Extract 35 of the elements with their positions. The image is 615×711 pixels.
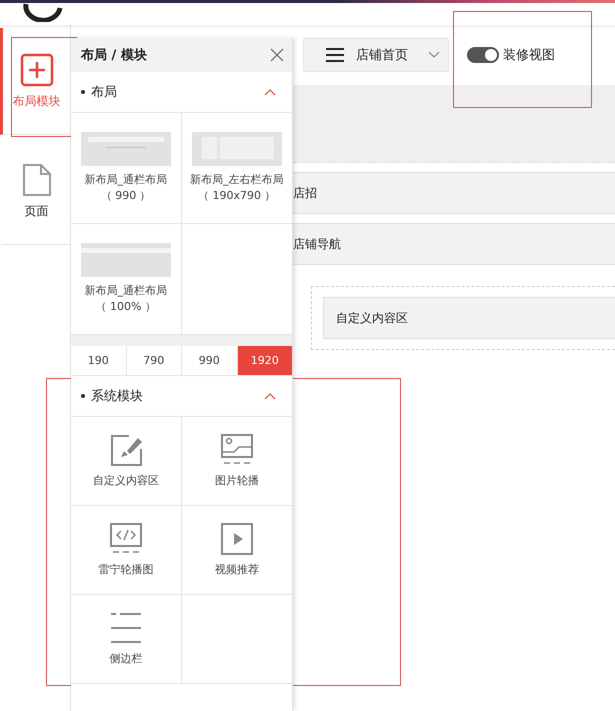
width-tab[interactable]: 790 bbox=[126, 346, 182, 375]
chevron-up-icon bbox=[264, 88, 276, 96]
module-tile[interactable]: 视频推荐 bbox=[182, 506, 292, 595]
page-menu[interactable]: 店铺首页 bbox=[303, 38, 449, 72]
module-tile[interactable]: 新布局_通栏布局 （ 100% ） bbox=[71, 224, 182, 335]
close-icon[interactable] bbox=[270, 48, 284, 62]
toggle-label: 装修视图 bbox=[503, 47, 555, 64]
section-header[interactable]: 布局 bbox=[71, 72, 292, 113]
layout-row[interactable]: 店铺导航 bbox=[293, 223, 615, 265]
content-block[interactable]: 自定义内容区 bbox=[323, 297, 615, 339]
layout-row[interactable]: 店招 bbox=[293, 172, 615, 214]
plus-icon bbox=[20, 52, 54, 86]
module-tile[interactable]: 侧边栏 bbox=[71, 595, 182, 684]
panel-title: 布局 / 模块 bbox=[81, 47, 147, 64]
edit-icon bbox=[108, 432, 143, 467]
module-tile[interactable]: 新布局_左右栏布局 （ 190x790 ） bbox=[182, 113, 292, 224]
module-tile[interactable]: 自定义内容区 bbox=[71, 417, 182, 506]
width-tab[interactable]: 190 bbox=[71, 346, 126, 375]
module-tile[interactable]: 雷宁轮播图 bbox=[71, 506, 182, 595]
chevron-up-icon bbox=[264, 392, 276, 400]
sidebar-item[interactable]: 页面 bbox=[0, 138, 70, 245]
chevron-down-icon bbox=[428, 51, 440, 59]
sidebar-label: 页面 bbox=[24, 202, 48, 220]
width-tab[interactable]: 1920 bbox=[238, 346, 292, 375]
play-icon bbox=[220, 522, 254, 556]
page-icon bbox=[22, 162, 52, 196]
code-icon bbox=[108, 522, 143, 556]
image-icon bbox=[220, 432, 254, 467]
module-tile[interactable]: 图片轮播 bbox=[182, 417, 292, 506]
menu-icon bbox=[326, 47, 344, 63]
toggle-switch[interactable] bbox=[467, 47, 499, 63]
lines-icon bbox=[108, 610, 143, 645]
section-header[interactable]: 系统模块 bbox=[71, 376, 292, 417]
module-tile[interactable]: 新布局_通栏布局 （ 990 ） bbox=[71, 113, 182, 224]
sidebar-label: 布局模块 bbox=[12, 92, 60, 110]
